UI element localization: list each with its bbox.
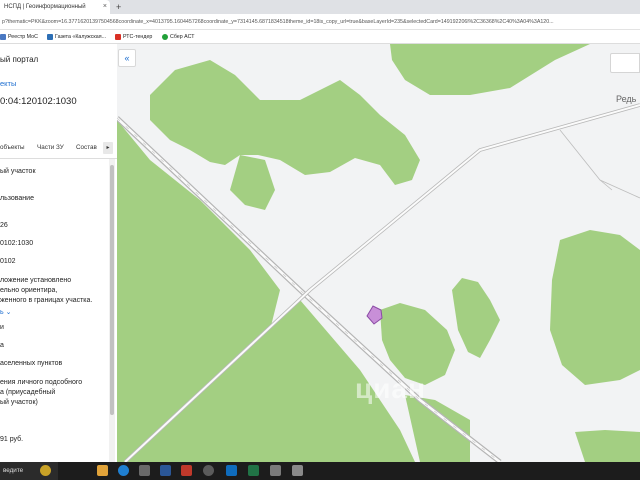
bookmark-icon	[47, 34, 53, 40]
windows-taskbar: ведите	[0, 462, 640, 480]
browser-tab[interactable]: НСПД | Геоинформационный ×	[0, 0, 110, 14]
info-line: льзование	[0, 195, 34, 202]
address-bar[interactable]: p?thematic=PKK&zoom=16.37716201397504568…	[0, 14, 640, 30]
info-line: ложение установлено	[0, 277, 72, 284]
edge-browser-icon[interactable]	[118, 465, 129, 476]
map-canvas[interactable]: циан	[117, 44, 640, 462]
info-line: и	[0, 324, 4, 331]
tabs-scroll-right-icon[interactable]: ▸	[103, 142, 113, 154]
excel-icon[interactable]	[248, 465, 259, 476]
widgets-icon[interactable]	[40, 465, 51, 476]
outlook-icon[interactable]	[226, 465, 237, 476]
collapse-sidebar-button[interactable]: «	[118, 49, 136, 67]
tab-parts[interactable]: Части ЗУ	[37, 137, 64, 159]
bookmark-gazeta[interactable]: Газета «Калужская...	[47, 30, 106, 44]
expand-link[interactable]: ь ⌄	[0, 308, 11, 316]
info-line: ения личного подсобного	[0, 379, 83, 386]
bookmark-rts[interactable]: РТС-тендер	[115, 30, 152, 44]
app-icon[interactable]	[181, 465, 192, 476]
tab-composition[interactable]: Состав	[76, 137, 97, 159]
info-line: женного в границах участка.	[0, 297, 93, 304]
place-label: Редь	[616, 94, 637, 104]
file-explorer-icon[interactable]	[97, 465, 108, 476]
tab-objects[interactable]: объекты	[0, 137, 25, 159]
info-line: а	[0, 342, 4, 349]
info-line: 26	[0, 222, 8, 229]
close-tab-icon[interactable]: ×	[103, 0, 107, 14]
info-line: 0102:1030	[0, 240, 34, 247]
scrollbar-thumb[interactable]	[110, 165, 114, 415]
bookmark-icon	[162, 34, 168, 40]
info-line: ый участок	[0, 168, 36, 175]
selected-parcel[interactable]	[366, 305, 383, 325]
browser-tab-strip: НСПД | Геоинформационный × +	[0, 0, 640, 14]
objects-link[interactable]: екты	[0, 79, 16, 88]
app-icon[interactable]	[139, 465, 150, 476]
bookmark-sber[interactable]: Сбер АСТ	[162, 30, 194, 44]
new-tab-button[interactable]: +	[116, 0, 121, 14]
info-sidebar: ый портал екты 0:04:120102:1030 объекты …	[0, 44, 117, 462]
photos-icon[interactable]	[292, 465, 303, 476]
bookmark-icon	[115, 34, 121, 40]
sidebar-tabs: объекты Части ЗУ Состав ▸	[0, 137, 117, 159]
sidebar-scrollbar[interactable]	[109, 159, 115, 462]
app-icon[interactable]	[270, 465, 281, 476]
bookmark-icon	[0, 34, 6, 40]
info-line: ельно ориентира,	[0, 287, 58, 294]
chrome-icon[interactable]	[203, 465, 214, 476]
cian-watermark: циан	[355, 373, 426, 404]
portal-title: ый портал	[0, 55, 39, 64]
word-icon[interactable]	[160, 465, 171, 476]
info-line: ый участок)	[0, 399, 38, 406]
info-line: 0102	[0, 258, 16, 265]
cadastral-value: 91 руб.	[0, 436, 24, 443]
bookmarks-bar: Реестр МоС Газета «Калужская... РТС-тенд…	[0, 30, 640, 44]
tab-title: НСПД | Геоинформационный	[4, 4, 86, 10]
info-line: а (приусадебный	[0, 389, 56, 396]
bookmark-reestr[interactable]: Реестр МоС	[0, 30, 38, 44]
cadastral-number: 0:04:120102:1030	[0, 96, 77, 107]
map-search-box[interactable]	[610, 53, 640, 73]
info-line: аселенных пунктов	[0, 360, 63, 367]
